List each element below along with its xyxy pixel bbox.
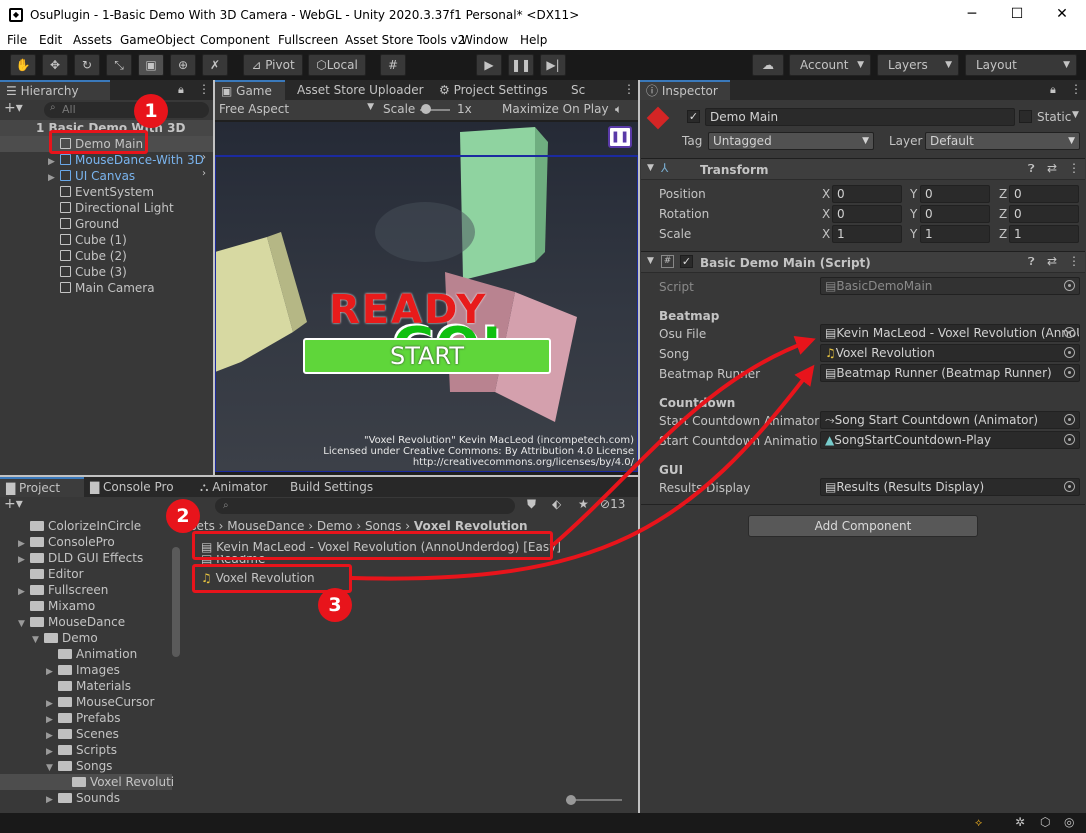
annotation-arrows [351, 335, 816, 581]
arrow-song [351, 364, 815, 581]
arrow-osu-file [551, 335, 816, 547]
